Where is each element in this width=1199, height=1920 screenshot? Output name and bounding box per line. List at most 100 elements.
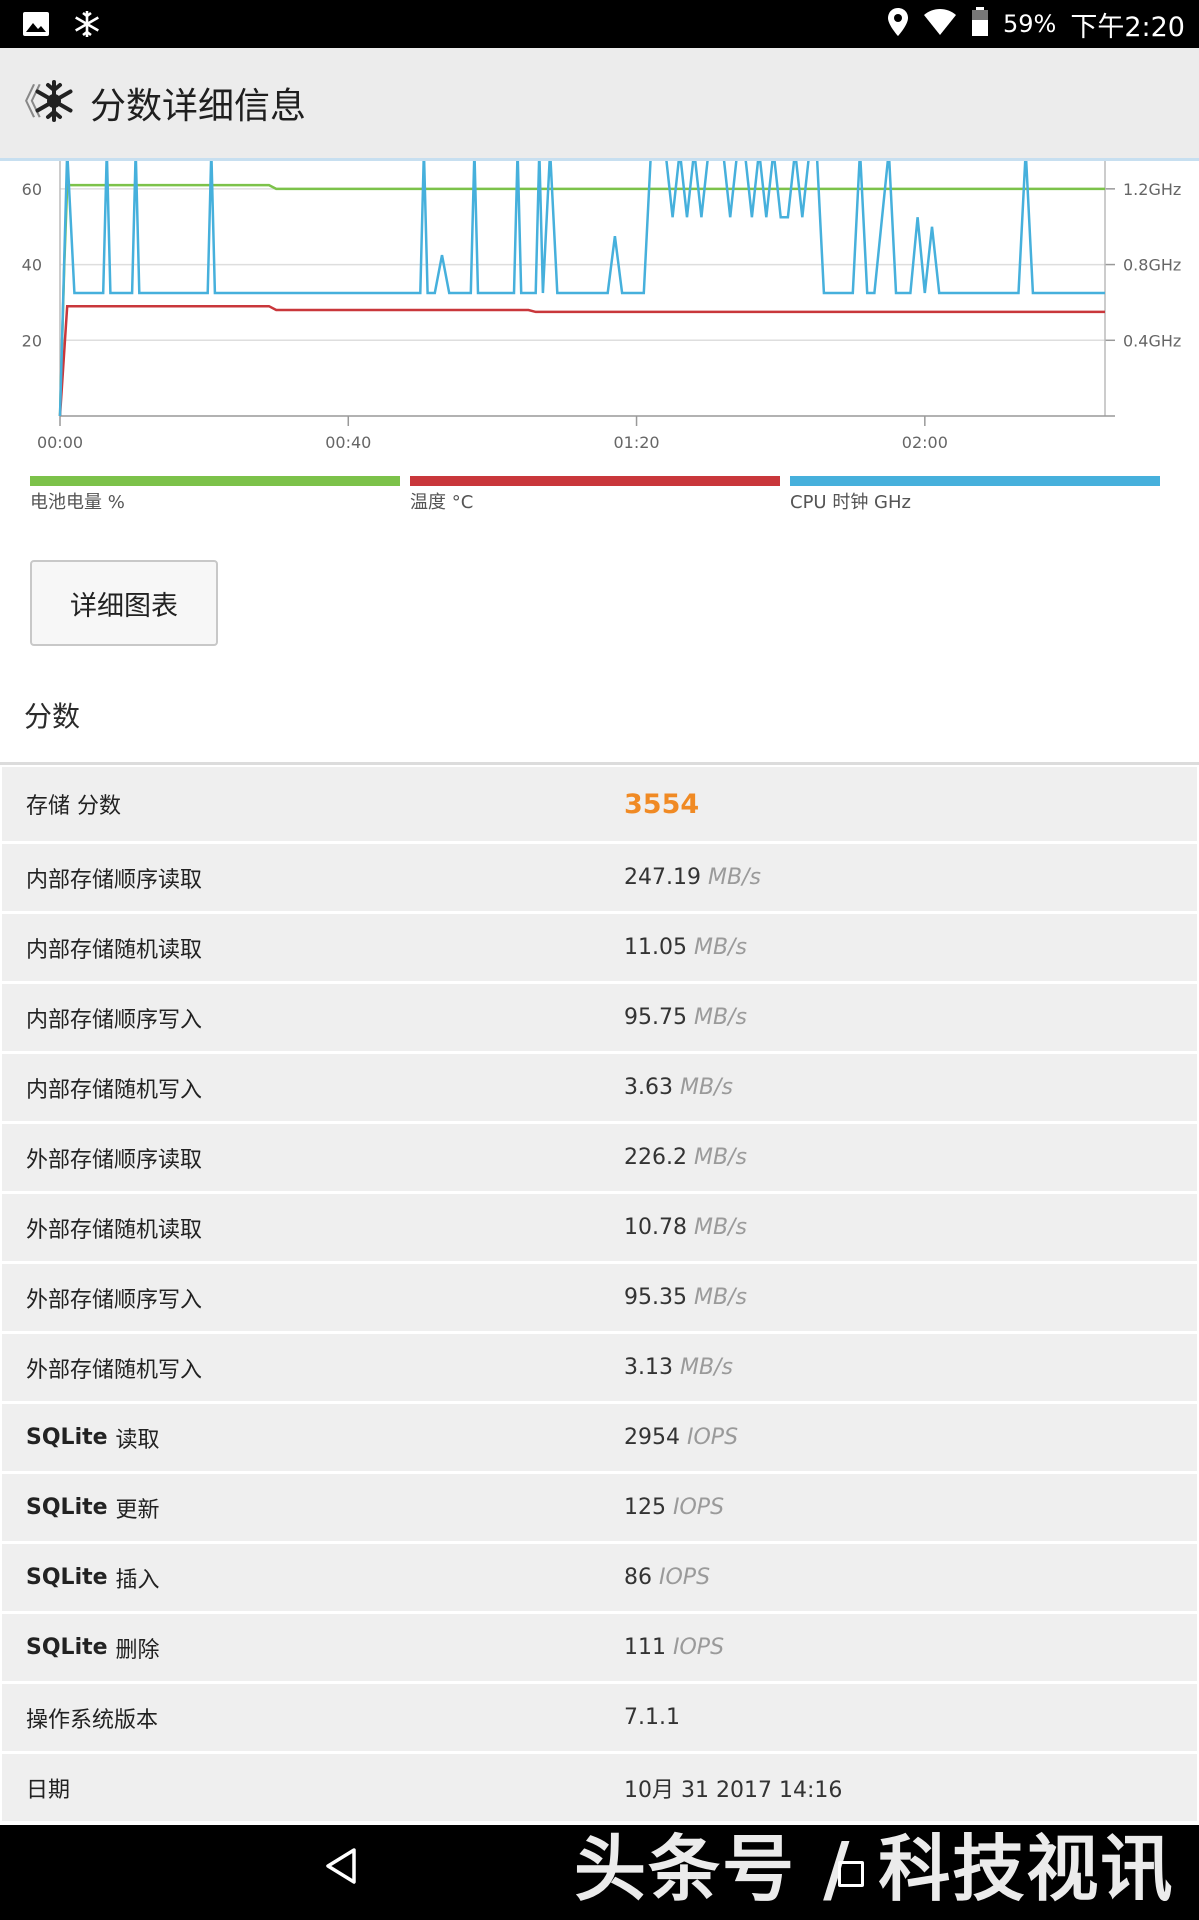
legend-swatch-temperature	[410, 476, 780, 486]
row-value-number: 10.78	[624, 1215, 687, 1240]
row-value-number: 10月 31 2017 14:16	[624, 1777, 843, 1803]
row-label-text: 日期	[26, 1777, 71, 1803]
table-row: 内部存储顺序写入 95.75 MB/s	[2, 984, 1197, 1051]
row-value-number: 247.19	[624, 865, 701, 890]
y-left-tick-label: 40	[22, 256, 42, 275]
back-button[interactable]: 《	[6, 85, 42, 121]
legend-swatch-cpu-clock	[790, 476, 1160, 486]
row-value: 247.19 MB/s	[624, 844, 761, 911]
chart-legend: 电池电量 % 温度 °C CPU 时钟 GHz	[30, 476, 1170, 516]
row-value: 7.1.1	[624, 1684, 680, 1751]
row-value-unit: MB/s	[679, 1355, 733, 1380]
table-row: 外部存储随机读取 10.78 MB/s	[2, 1194, 1197, 1261]
series-battery-line	[58, 183, 1105, 417]
row-label-text: 读取	[115, 1427, 160, 1453]
row-value-unit: MB/s	[693, 1215, 747, 1240]
nav-back-icon[interactable]	[324, 1847, 358, 1889]
row-value-unit: MB/s	[693, 1145, 747, 1170]
table-row: 操作系统版本 7.1.1	[2, 1684, 1197, 1751]
row-label-text: 删除	[115, 1637, 160, 1663]
row-value: 125 IOPS	[624, 1474, 724, 1541]
row-label-text: 操作系统版本	[26, 1707, 159, 1733]
row-value-unit: MB/s	[679, 1075, 733, 1100]
row-value-number: 7.1.1	[624, 1705, 680, 1730]
row-value-unit: IOPS	[673, 1495, 725, 1520]
row-label: 内部存储顺序写入	[26, 984, 202, 1051]
series-cpu-clock-line	[58, 149, 1105, 417]
row-label: SQLite 读取	[26, 1404, 160, 1471]
app-bar: 《 分数详细信息	[0, 48, 1199, 161]
x-tick-label: 01:20	[613, 433, 659, 451]
row-value-number: 95.35	[624, 1285, 687, 1310]
row-label-text: 外部存储随机读取	[26, 1217, 203, 1243]
battery-percent: 59%	[1003, 10, 1057, 38]
clock: 下午2:20	[1070, 11, 1185, 43]
row-label-prefix: SQLite	[26, 1635, 108, 1660]
y-left-tick-label: 20	[22, 331, 42, 350]
snowflake-logo-icon	[32, 79, 76, 127]
row-label-prefix: SQLite	[26, 1425, 108, 1450]
legend-item-temperature: 温度 °C	[410, 476, 780, 514]
row-label-text: 外部存储顺序读取	[26, 1147, 203, 1173]
row-label: SQLite 删除	[26, 1614, 160, 1681]
row-value-unit: IOPS	[673, 1635, 725, 1660]
row-label-text: 内部存储随机读取	[26, 937, 203, 963]
row-value-unit: MB/s	[693, 1285, 747, 1310]
row-value-unit: MB/s	[693, 935, 747, 960]
score-table: 存储 分数 3554 内部存储顺序读取 247.19 MB/s 内部存储随机读取 11.…	[2, 767, 1197, 1824]
legend-item-battery: 电池电量 %	[30, 476, 400, 514]
legend-label-cpu-clock: CPU 时钟 GHz	[790, 492, 911, 513]
table-row: SQLite 读取 2954 IOPS	[2, 1404, 1197, 1471]
row-label-text: 更新	[115, 1497, 160, 1523]
row-value-unit: MB/s	[693, 1005, 747, 1030]
row-label: 操作系统版本	[26, 1684, 158, 1751]
row-value-number: 86	[624, 1565, 652, 1590]
row-label-text: 外部存储顺序写入	[26, 1287, 203, 1313]
wifi-icon	[923, 8, 957, 40]
row-label: 存储 分数	[26, 794, 121, 819]
row-value: 10.78 MB/s	[624, 1194, 747, 1261]
location-icon	[887, 7, 909, 41]
row-value-unit: IOPS	[659, 1565, 711, 1590]
series-temperature-line	[58, 304, 1105, 417]
table-row: SQLite 更新 125 IOPS	[2, 1474, 1197, 1541]
detailed-chart-button[interactable]: 详细图表	[30, 560, 218, 646]
chart-svg: 20 40 60 0.4GHz 0.8GHz 1.2GHz 00:00 00:40 01:20 0…	[0, 141, 1199, 452]
row-label-text: 插入	[115, 1567, 160, 1593]
x-tick-label: 00:00	[37, 433, 83, 451]
row-label: 外部存储随机写入	[26, 1334, 202, 1401]
y-left-tick-label: 60	[22, 180, 42, 199]
table-row: SQLite 删除 111 IOPS	[2, 1614, 1197, 1681]
section-title-score: 分数	[24, 700, 81, 733]
row-value-number: 11.05	[624, 935, 687, 960]
x-tick-label: 02:00	[902, 433, 948, 451]
row-label: SQLite 插入	[26, 1544, 160, 1611]
row-value: 11.05 MB/s	[624, 914, 747, 981]
storage-score-value: 3554	[624, 788, 700, 820]
legend-swatch-battery	[30, 476, 400, 486]
y-right-tick-label: 0.8GHz	[1123, 256, 1181, 275]
battery-icon	[971, 7, 989, 41]
table-row: 内部存储随机写入 3.63 MB/s	[2, 1054, 1197, 1121]
row-label: 内部存储随机读取	[26, 914, 202, 981]
table-row: 内部存储随机读取 11.05 MB/s	[2, 914, 1197, 981]
monitoring-chart: 20 40 60 0.4GHz 0.8GHz 1.2GHz 00:00 00:40 01:20 0…	[0, 141, 1199, 452]
row-value-number: 2954	[624, 1425, 680, 1450]
table-row: 外部存储顺序写入 95.35 MB/s	[2, 1264, 1197, 1331]
row-value-unit: IOPS	[687, 1425, 739, 1450]
snowflake-icon	[72, 9, 102, 43]
row-label-text: 内部存储顺序写入	[26, 1007, 203, 1033]
row-value: 3.63 MB/s	[624, 1054, 733, 1121]
row-value-number: 226.2	[624, 1145, 687, 1170]
row-value-number: 111	[624, 1635, 666, 1660]
row-label-prefix: SQLite	[26, 1565, 108, 1590]
row-label: 内部存储随机写入	[26, 1054, 202, 1121]
row-value: 95.35 MB/s	[624, 1264, 747, 1331]
row-label-text: 外部存储随机写入	[26, 1357, 203, 1383]
row-label: 外部存储顺序读取	[26, 1124, 202, 1191]
row-label: 内部存储顺序读取	[26, 844, 202, 911]
row-value: 86 IOPS	[624, 1544, 710, 1611]
status-bar: 59% 下午2:20	[0, 0, 1199, 48]
row-label-text: 内部存储随机写入	[26, 1077, 203, 1103]
row-value: 226.2 MB/s	[624, 1124, 747, 1191]
